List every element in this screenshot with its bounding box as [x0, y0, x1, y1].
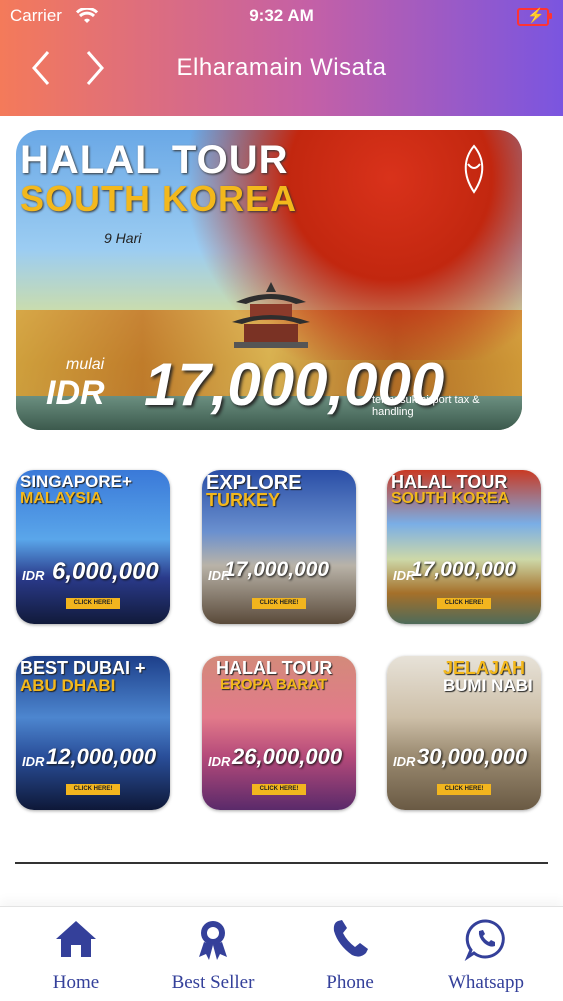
package-card-dubai-abu-dhabi[interactable]: BEST DUBAI + ABU DHABI IDR 12,000,000 CL…: [16, 656, 170, 810]
package-subtitle: SOUTH KOREA: [391, 490, 510, 507]
package-price: 6,000,000: [52, 558, 159, 585]
whatsapp-icon: [464, 919, 505, 962]
app-header: Carrier 9:32 AM ⚡ Elharamain Wisata: [0, 0, 563, 116]
package-subtitle: EROPA BARAT: [220, 676, 328, 693]
award-ribbon-icon: [199, 921, 227, 960]
featured-tour-banner[interactable]: HALAL TOUR SOUTH KOREA 9 Hari mulai IDR …: [16, 130, 522, 430]
tab-whatsapp[interactable]: Whatsapp: [426, 917, 546, 994]
banner-subtitle: SOUTH KOREA: [20, 178, 298, 219]
status-bar: Carrier 9:32 AM ⚡: [0, 6, 563, 28]
home-icon: [56, 921, 96, 957]
package-price: 26,000,000: [232, 744, 343, 769]
package-click-button[interactable]: CLICK HERE!: [437, 598, 491, 609]
section-divider: [15, 862, 548, 864]
banner-currency: IDR: [46, 374, 105, 412]
package-price: 17,000,000: [411, 558, 517, 581]
page-title: Elharamain Wisata: [176, 54, 387, 81]
banner-duration: 9 Hari: [104, 230, 142, 246]
package-subtitle: MALAYSIA: [20, 490, 103, 507]
package-subtitle: BUMI NABI: [443, 676, 533, 695]
package-card-bumi-nabi[interactable]: JELAJAH BUMI NABI IDR 30,000,000 CLICK H…: [387, 656, 541, 810]
package-click-button[interactable]: CLICK HERE!: [66, 598, 120, 609]
package-subtitle: TURKEY: [206, 490, 281, 510]
package-card-south-korea[interactable]: HALAL TOUR SOUTH KOREA IDR 17,000,000 CL…: [387, 470, 541, 624]
tab-label: Best Seller: [171, 972, 255, 993]
package-currency: IDR: [208, 754, 231, 769]
package-click-button[interactable]: CLICK HERE!: [437, 784, 491, 795]
tab-label: Phone: [326, 972, 374, 993]
package-click-button[interactable]: CLICK HERE!: [66, 784, 120, 795]
bottom-tab-bar: Home Best Seller Phone Whatsapp: [0, 906, 563, 1001]
package-currency: IDR: [22, 568, 45, 583]
pavilion-illustration: [232, 282, 310, 348]
package-card-eropa-barat[interactable]: HALAL TOUR EROPA BARAT IDR 26,000,000 CL…: [202, 656, 356, 810]
banner-title: HALAL TOUR: [20, 138, 289, 182]
tab-phone[interactable]: Phone: [290, 917, 410, 994]
package-title: SINGAPORE+: [20, 472, 132, 491]
tab-best-seller[interactable]: Best Seller: [153, 917, 273, 994]
status-time: 9:32 AM: [249, 6, 314, 25]
tab-label: Whatsapp: [448, 972, 524, 993]
tab-home[interactable]: Home: [16, 917, 136, 994]
package-price: 17,000,000: [224, 558, 330, 581]
brand-logo-icon: [464, 144, 484, 194]
package-card-turkey[interactable]: EXPLORE TURKEY IDR 17,000,000 CLICK HERE…: [202, 470, 356, 624]
package-subtitle: ABU DHABI: [20, 676, 116, 695]
banner-price-note: termasuk airport tax & handling: [372, 394, 480, 418]
banner-from-label: mulai: [66, 356, 105, 373]
package-price: 30,000,000: [417, 744, 528, 769]
battery-icon: ⚡: [517, 7, 552, 26]
package-currency: IDR: [22, 754, 45, 769]
package-price: 12,000,000: [46, 744, 157, 769]
package-click-button[interactable]: CLICK HERE!: [252, 598, 306, 609]
package-card-singapore-malaysia[interactable]: SINGAPORE+ MALAYSIA IDR 6,000,000 CLICK …: [16, 470, 170, 624]
tab-label: Home: [52, 972, 100, 993]
package-currency: IDR: [393, 754, 416, 769]
package-click-button[interactable]: CLICK HERE!: [252, 784, 306, 795]
phone-icon: [333, 920, 368, 957]
